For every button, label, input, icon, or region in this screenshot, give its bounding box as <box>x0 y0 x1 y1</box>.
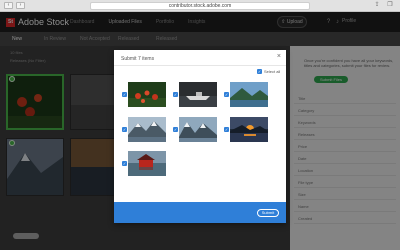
item-checkbox[interactable]: ✓ <box>122 161 127 166</box>
share-icon[interactable]: ⇪ <box>373 2 381 9</box>
item-checkbox[interactable]: ✓ <box>224 127 229 132</box>
item-checkbox[interactable]: ✓ <box>173 92 178 97</box>
load-more-button[interactable] <box>13 233 39 239</box>
submit-button[interactable]: Submit <box>257 209 279 217</box>
browser-toolbar: ‹ › contributor.stock.adobe.com ⇪ ❐ <box>0 0 400 12</box>
thumb-boat-on-lake[interactable] <box>179 82 217 107</box>
item-checkbox[interactable]: ✓ <box>224 92 229 97</box>
item-checkbox[interactable]: ✓ <box>122 92 127 97</box>
dialog-title: Submit 7 items <box>121 56 155 62</box>
thumb-fjord-mountains[interactable] <box>179 117 217 142</box>
checkbox-checked-icon: ✓ <box>257 69 262 74</box>
tabs-icon[interactable]: ❐ <box>386 2 394 9</box>
item-checkbox[interactable]: ✓ <box>122 127 127 132</box>
item-checkbox[interactable]: ✓ <box>173 127 178 132</box>
close-icon[interactable]: × <box>277 53 281 60</box>
back-icon[interactable]: ‹ <box>4 2 13 9</box>
thumb-mountain-lake[interactable] <box>230 82 268 107</box>
select-all-checkbox[interactable]: ✓ Select all <box>257 69 280 74</box>
thumb-red-cabin[interactable] <box>128 151 166 176</box>
divider <box>114 65 286 66</box>
address-bar[interactable]: contributor.stock.adobe.com <box>90 2 310 10</box>
thumb-sunset-lake[interactable] <box>230 117 268 142</box>
forward-icon[interactable]: › <box>16 2 25 9</box>
thumb-snowy-mountains[interactable] <box>128 117 166 142</box>
thumb-forest-poppies[interactable] <box>128 82 166 107</box>
dialog-footer: Submit <box>114 202 286 223</box>
select-all-label: Select all <box>264 69 281 74</box>
submit-dialog: Submit 7 items × ✓ Select all ✓ ✓ ✓ ✓ ✓ … <box>114 50 286 223</box>
